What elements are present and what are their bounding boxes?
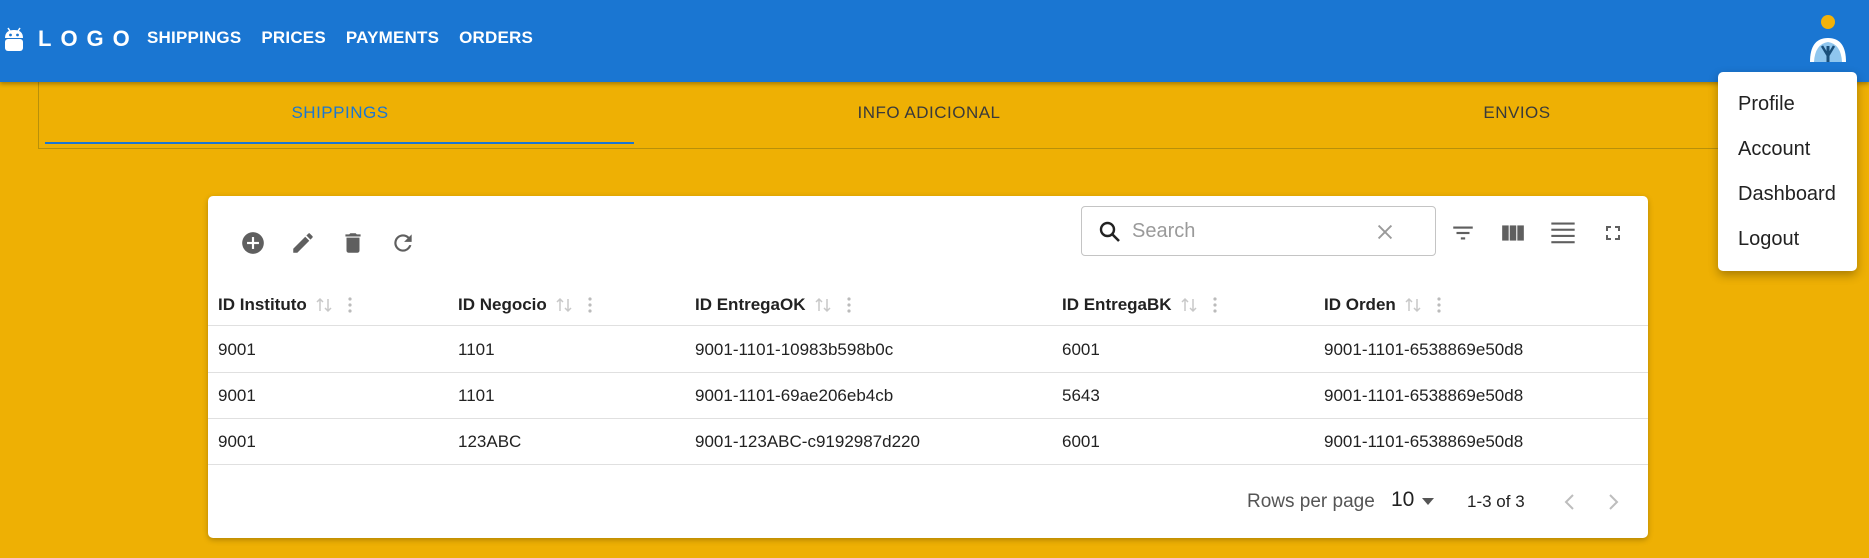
nav-payments[interactable]: PAYMENTS (346, 28, 439, 48)
rows-per-page-label: Rows per page (1247, 491, 1375, 512)
tab-info-adicional[interactable]: INFO ADICIONAL (634, 82, 1224, 144)
nav-shippings[interactable]: SHIPPINGS (147, 28, 241, 48)
column-label: ID Orden (1324, 295, 1396, 314)
pagination-range: 1-3 of 3 (1467, 492, 1525, 511)
cell-id-instituto: 9001 (218, 386, 256, 405)
column-header-id-orden[interactable]: ID Orden (1324, 284, 1442, 326)
cell-id-entregabk: 5643 (1062, 386, 1100, 405)
sort-icon[interactable] (1404, 296, 1422, 314)
clear-search-icon[interactable] (1374, 221, 1396, 243)
menu-item-profile[interactable]: Profile (1718, 82, 1857, 127)
column-label: ID Negocio (458, 295, 547, 314)
column-menu-icon[interactable] (846, 296, 852, 314)
logo-text[interactable]: LOGO (38, 26, 139, 52)
cell-id-orden: 9001-1101-6538869e50d8 (1324, 432, 1524, 451)
user-menu: Profile Account Dashboard Logout (1718, 72, 1857, 271)
edit-icon (293, 233, 313, 253)
column-header-id-entregaok[interactable]: ID EntregaOK (695, 284, 852, 326)
nav-prices[interactable]: PRICES (261, 28, 326, 48)
density-button[interactable] (1546, 216, 1580, 250)
menu-item-dashboard[interactable]: Dashboard (1718, 172, 1857, 217)
data-table-card: ID Instituto ID Negocio ID EntregaOK (208, 196, 1648, 538)
cell-id-entregabk: 6001 (1062, 340, 1100, 359)
edit-button[interactable] (286, 226, 320, 260)
search-field (1081, 206, 1436, 256)
nav-orders[interactable]: ORDERS (459, 28, 533, 48)
rows-per-page-select[interactable]: 10 (1391, 488, 1414, 512)
sort-icon[interactable] (555, 296, 573, 314)
filter-icon (1453, 226, 1473, 240)
add-circle-icon (242, 232, 264, 254)
cell-id-negocio: 1101 (458, 340, 495, 359)
column-menu-icon[interactable] (587, 296, 593, 314)
menu-item-account[interactable]: Account (1718, 127, 1857, 172)
cell-id-orden: 9001-1101-6538869e50d8 (1324, 340, 1524, 359)
refresh-icon (394, 234, 412, 252)
main-nav: SHIPPINGS PRICES PAYMENTS ORDERS (147, 28, 553, 48)
cell-id-instituto: 9001 (218, 432, 256, 451)
cell-id-negocio: 1101 (458, 386, 495, 405)
cell-id-instituto: 9001 (218, 340, 256, 359)
table-header: ID Instituto ID Negocio ID EntregaOK ID … (208, 284, 1648, 326)
cell-id-negocio: 123ABC (458, 432, 522, 451)
column-label: ID EntregaOK (695, 295, 806, 314)
search-input[interactable] (1132, 217, 1372, 245)
columns-icon (1502, 225, 1524, 241)
cell-id-orden: 9001-1101-6538869e50d8 (1324, 386, 1524, 405)
fullscreen-icon (1606, 226, 1620, 240)
column-menu-icon[interactable] (1212, 296, 1218, 314)
table-row[interactable]: 9001 1101 9001-1101-10983b598b0c 6001 90… (208, 327, 1648, 373)
column-label: ID EntregaBK (1062, 295, 1172, 314)
tabs-bar: SHIPPINGS INFO ADICIONAL ENVIOS (38, 82, 1783, 149)
sort-icon[interactable] (814, 296, 832, 314)
filter-button[interactable] (1446, 216, 1480, 250)
table-row[interactable]: 9001 1101 9001-1101-69ae206eb4cb 5643 90… (208, 373, 1648, 419)
cell-id-entregaok: 9001-123ABC-c9192987d220 (695, 432, 920, 451)
column-menu-icon[interactable] (347, 296, 353, 314)
cell-id-entregabk: 6001 (1062, 432, 1100, 451)
chevron-left-icon[interactable] (1558, 490, 1582, 514)
caret-down-icon[interactable] (1422, 498, 1434, 506)
density-icon (1551, 222, 1575, 244)
fullscreen-button[interactable] (1596, 216, 1630, 250)
sort-icon[interactable] (1180, 296, 1198, 314)
add-button[interactable] (236, 226, 270, 260)
columns-button[interactable] (1496, 216, 1530, 250)
column-header-id-instituto[interactable]: ID Instituto (218, 284, 353, 326)
app-bar: LOGO SHIPPINGS PRICES PAYMENTS ORDERS (0, 0, 1869, 82)
user-avatar-icon[interactable] (1806, 12, 1850, 64)
menu-item-logout[interactable]: Logout (1718, 217, 1857, 262)
search-icon (1099, 221, 1120, 242)
android-logo-icon (5, 27, 23, 51)
sort-icon[interactable] (315, 296, 333, 314)
refresh-button[interactable] (386, 226, 420, 260)
cell-id-entregaok: 9001-1101-10983b598b0c (695, 340, 894, 359)
delete-icon (345, 233, 361, 253)
cell-id-entregaok: 9001-1101-69ae206eb4cb (695, 386, 894, 405)
column-header-id-negocio[interactable]: ID Negocio (458, 284, 593, 326)
column-label: ID Instituto (218, 295, 307, 314)
table-row[interactable]: 9001 123ABC 9001-123ABC-c9192987d220 600… (208, 419, 1648, 465)
tab-shippings[interactable]: SHIPPINGS (45, 82, 635, 144)
table-pagination: Rows per page 10 1-3 of 3 (208, 466, 1648, 538)
column-header-id-entregabk[interactable]: ID EntregaBK (1062, 284, 1218, 326)
delete-button[interactable] (336, 226, 370, 260)
tab-active-indicator (45, 142, 634, 144)
chevron-right-icon[interactable] (1601, 490, 1625, 514)
column-menu-icon[interactable] (1436, 296, 1442, 314)
